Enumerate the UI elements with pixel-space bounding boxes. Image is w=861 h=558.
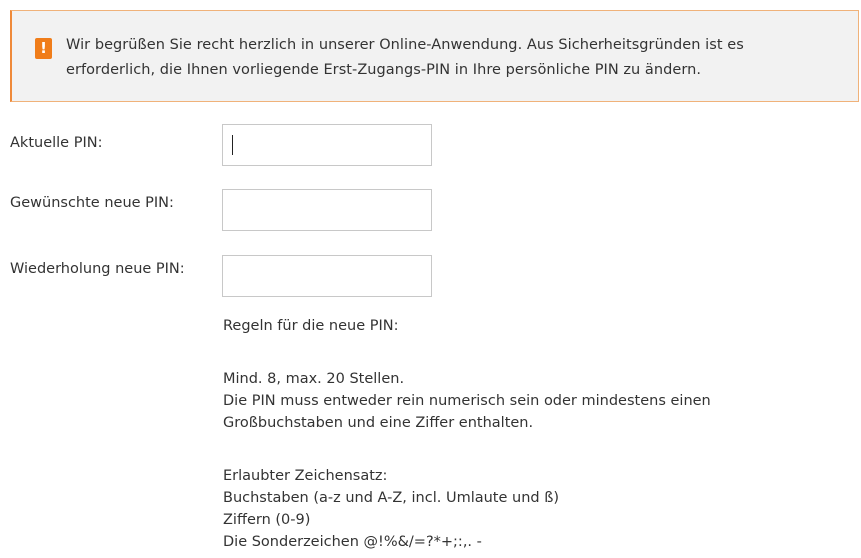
charset-digits: Ziffern (0-9) [223,512,311,528]
warning-icon: ! [35,38,52,59]
pin-rules-heading: Regeln für die neue PIN: [223,318,399,334]
charset-special: Die Sonderzeichen @!%&/=?*+;:,. - [223,534,482,550]
pin-rules-length-block: Mind. 8, max. 20 Stellen. Die PIN muss e… [223,368,711,434]
notice-line-2: erforderlich, die Ihnen vorliegende Erst… [66,62,701,78]
security-notice: ! Wir begrüßen Sie recht herzlich in uns… [10,10,859,102]
pin-rules-charset-block: Erlaubter Zeichensatz: Buchstaben (a-z u… [223,465,559,553]
rule-composition-1: Die PIN muss entweder rein numerisch sei… [223,393,711,409]
repeat-pin-label: Wiederholung neue PIN: [10,261,185,277]
new-pin-label: Gewünschte neue PIN: [10,195,174,211]
charset-letters: Buchstaben (a-z und A-Z, incl. Umlaute u… [223,490,559,506]
rule-length: Mind. 8, max. 20 Stellen. [223,371,405,387]
repeat-pin-input[interactable] [222,255,432,297]
rule-composition-2: Großbuchstaben und eine Ziffer enthalten… [223,415,534,431]
notice-line-1: Wir begrüßen Sie recht herzlich in unser… [66,37,744,53]
charset-heading: Erlaubter Zeichensatz: [223,468,388,484]
current-pin-label: Aktuelle PIN: [10,135,103,151]
new-pin-input[interactable] [222,189,432,231]
text-cursor [232,135,233,155]
notice-message: Wir begrüßen Sie recht herzlich in unser… [66,33,846,83]
current-pin-input[interactable] [222,124,432,166]
